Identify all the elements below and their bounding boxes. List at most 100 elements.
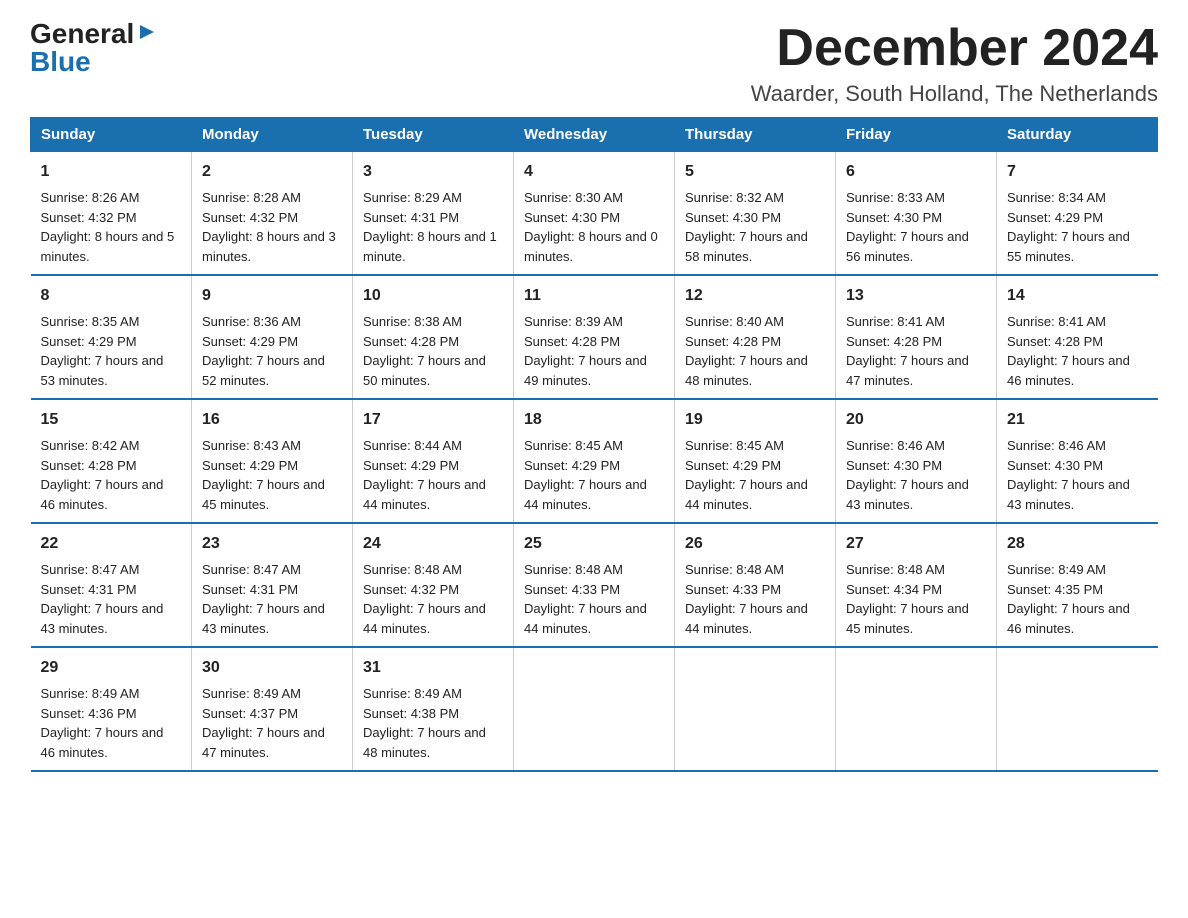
day-header-sunday: Sunday (31, 118, 192, 152)
day-number: 24 (363, 532, 503, 556)
daylight-text: Daylight: 7 hours and 55 minutes. (1007, 229, 1130, 264)
sunrise-text: Sunrise: 8:49 AM (1007, 562, 1106, 577)
calendar-cell: 25Sunrise: 8:48 AMSunset: 4:33 PMDayligh… (514, 523, 675, 647)
sunrise-text: Sunrise: 8:28 AM (202, 190, 301, 205)
calendar-table: SundayMondayTuesdayWednesdayThursdayFrid… (30, 117, 1158, 772)
sunset-text: Sunset: 4:31 PM (41, 582, 137, 597)
daylight-text: Daylight: 8 hours and 0 minutes. (524, 229, 658, 264)
day-header-wednesday: Wednesday (514, 118, 675, 152)
day-number: 20 (846, 408, 986, 432)
calendar-cell: 14Sunrise: 8:41 AMSunset: 4:28 PMDayligh… (997, 275, 1158, 399)
sunrise-text: Sunrise: 8:47 AM (41, 562, 140, 577)
day-number: 11 (524, 284, 664, 308)
sunrise-text: Sunrise: 8:38 AM (363, 314, 462, 329)
daylight-text: Daylight: 7 hours and 44 minutes. (524, 601, 647, 636)
daylight-text: Daylight: 7 hours and 44 minutes. (363, 477, 486, 512)
day-number: 1 (41, 160, 182, 184)
sunrise-text: Sunrise: 8:44 AM (363, 438, 462, 453)
day-header-saturday: Saturday (997, 118, 1158, 152)
daylight-text: Daylight: 7 hours and 44 minutes. (524, 477, 647, 512)
sunset-text: Sunset: 4:30 PM (846, 458, 942, 473)
sunrise-text: Sunrise: 8:43 AM (202, 438, 301, 453)
sunrise-text: Sunrise: 8:41 AM (1007, 314, 1106, 329)
calendar-header-row: SundayMondayTuesdayWednesdayThursdayFrid… (31, 118, 1158, 152)
month-title: December 2024 (751, 20, 1158, 77)
logo: General Blue (30, 20, 158, 78)
daylight-text: Daylight: 7 hours and 58 minutes. (685, 229, 808, 264)
sunrise-text: Sunrise: 8:42 AM (41, 438, 140, 453)
sunset-text: Sunset: 4:32 PM (202, 210, 298, 225)
sunset-text: Sunset: 4:29 PM (685, 458, 781, 473)
calendar-cell (836, 647, 997, 771)
calendar-cell: 3Sunrise: 8:29 AMSunset: 4:31 PMDaylight… (353, 152, 514, 276)
daylight-text: Daylight: 7 hours and 49 minutes. (524, 353, 647, 388)
daylight-text: Daylight: 7 hours and 43 minutes. (41, 601, 164, 636)
calendar-cell: 5Sunrise: 8:32 AMSunset: 4:30 PMDaylight… (675, 152, 836, 276)
calendar-cell: 28Sunrise: 8:49 AMSunset: 4:35 PMDayligh… (997, 523, 1158, 647)
sunrise-text: Sunrise: 8:45 AM (685, 438, 784, 453)
daylight-text: Daylight: 7 hours and 48 minutes. (363, 725, 486, 760)
calendar-cell: 1Sunrise: 8:26 AMSunset: 4:32 PMDaylight… (31, 152, 192, 276)
day-number: 25 (524, 532, 664, 556)
sunrise-text: Sunrise: 8:34 AM (1007, 190, 1106, 205)
daylight-text: Daylight: 7 hours and 47 minutes. (202, 725, 325, 760)
daylight-text: Daylight: 7 hours and 43 minutes. (202, 601, 325, 636)
calendar-cell: 12Sunrise: 8:40 AMSunset: 4:28 PMDayligh… (675, 275, 836, 399)
calendar-cell: 2Sunrise: 8:28 AMSunset: 4:32 PMDaylight… (192, 152, 353, 276)
daylight-text: Daylight: 7 hours and 43 minutes. (846, 477, 969, 512)
calendar-cell: 22 Sunrise: 8:47 AM Sunset: 4:31 PM Dayligh… (31, 523, 192, 647)
sunrise-text: Sunrise: 8:48 AM (685, 562, 784, 577)
sunrise-text: Sunrise: 8:45 AM (524, 438, 623, 453)
sunset-text: Sunset: 4:29 PM (41, 334, 137, 349)
calendar-cell: 26Sunrise: 8:48 AMSunset: 4:33 PMDayligh… (675, 523, 836, 647)
sunset-text: Sunset: 4:28 PM (524, 334, 620, 349)
day-number: 13 (846, 284, 986, 308)
calendar-cell: 17Sunrise: 8:44 AMSunset: 4:29 PMDayligh… (353, 399, 514, 523)
sunrise-text: Sunrise: 8:49 AM (41, 686, 140, 701)
calendar-cell: 24Sunrise: 8:48 AMSunset: 4:32 PMDayligh… (353, 523, 514, 647)
daylight-text: Daylight: 7 hours and 46 minutes. (41, 477, 164, 512)
sunset-text: Sunset: 4:36 PM (41, 706, 137, 721)
sunrise-text: Sunrise: 8:46 AM (846, 438, 945, 453)
sunset-text: Sunset: 4:30 PM (685, 210, 781, 225)
daylight-text: Daylight: 8 hours and 1 minute. (363, 229, 497, 264)
calendar-cell: 21Sunrise: 8:46 AMSunset: 4:30 PMDayligh… (997, 399, 1158, 523)
day-number: 4 (524, 160, 664, 184)
sunset-text: Sunset: 4:28 PM (41, 458, 137, 473)
daylight-text: Daylight: 7 hours and 45 minutes. (202, 477, 325, 512)
calendar-week-row: 22 Sunrise: 8:47 AM Sunset: 4:31 PM Dayligh… (31, 523, 1158, 647)
calendar-cell: 11Sunrise: 8:39 AMSunset: 4:28 PMDayligh… (514, 275, 675, 399)
sunset-text: Sunset: 4:35 PM (1007, 582, 1103, 597)
calendar-cell: 7Sunrise: 8:34 AMSunset: 4:29 PMDaylight… (997, 152, 1158, 276)
daylight-text: Daylight: 8 hours and 5 minutes. (41, 229, 175, 264)
day-number: 31 (363, 656, 503, 680)
daylight-text: Daylight: 8 hours and 3 minutes. (202, 229, 336, 264)
calendar-cell: 8Sunrise: 8:35 AMSunset: 4:29 PMDaylight… (31, 275, 192, 399)
sunset-text: Sunset: 4:29 PM (202, 334, 298, 349)
calendar-cell: 31Sunrise: 8:49 AMSunset: 4:38 PMDayligh… (353, 647, 514, 771)
day-number: 3 (363, 160, 503, 184)
calendar-cell: 9Sunrise: 8:36 AMSunset: 4:29 PMDaylight… (192, 275, 353, 399)
day-number: 22 (41, 532, 182, 556)
sunrise-text: Sunrise: 8:33 AM (846, 190, 945, 205)
day-number: 30 (202, 656, 342, 680)
calendar-cell: 6Sunrise: 8:33 AMSunset: 4:30 PMDaylight… (836, 152, 997, 276)
day-number: 28 (1007, 532, 1148, 556)
daylight-text: Daylight: 7 hours and 45 minutes. (846, 601, 969, 636)
calendar-cell (675, 647, 836, 771)
calendar-week-row: 1Sunrise: 8:26 AMSunset: 4:32 PMDaylight… (31, 152, 1158, 276)
logo-blue: Blue (30, 46, 91, 78)
day-number: 14 (1007, 284, 1148, 308)
sunrise-text: Sunrise: 8:49 AM (363, 686, 462, 701)
daylight-text: Daylight: 7 hours and 52 minutes. (202, 353, 325, 388)
sunset-text: Sunset: 4:33 PM (524, 582, 620, 597)
calendar-cell: 30Sunrise: 8:49 AMSunset: 4:37 PMDayligh… (192, 647, 353, 771)
daylight-text: Daylight: 7 hours and 50 minutes. (363, 353, 486, 388)
day-header-tuesday: Tuesday (353, 118, 514, 152)
sunrise-text: Sunrise: 8:48 AM (846, 562, 945, 577)
calendar-cell: 27Sunrise: 8:48 AMSunset: 4:34 PMDayligh… (836, 523, 997, 647)
daylight-text: Daylight: 7 hours and 44 minutes. (685, 477, 808, 512)
day-number: 17 (363, 408, 503, 432)
calendar-cell: 15Sunrise: 8:42 AMSunset: 4:28 PMDayligh… (31, 399, 192, 523)
sunrise-text: Sunrise: 8:29 AM (363, 190, 462, 205)
